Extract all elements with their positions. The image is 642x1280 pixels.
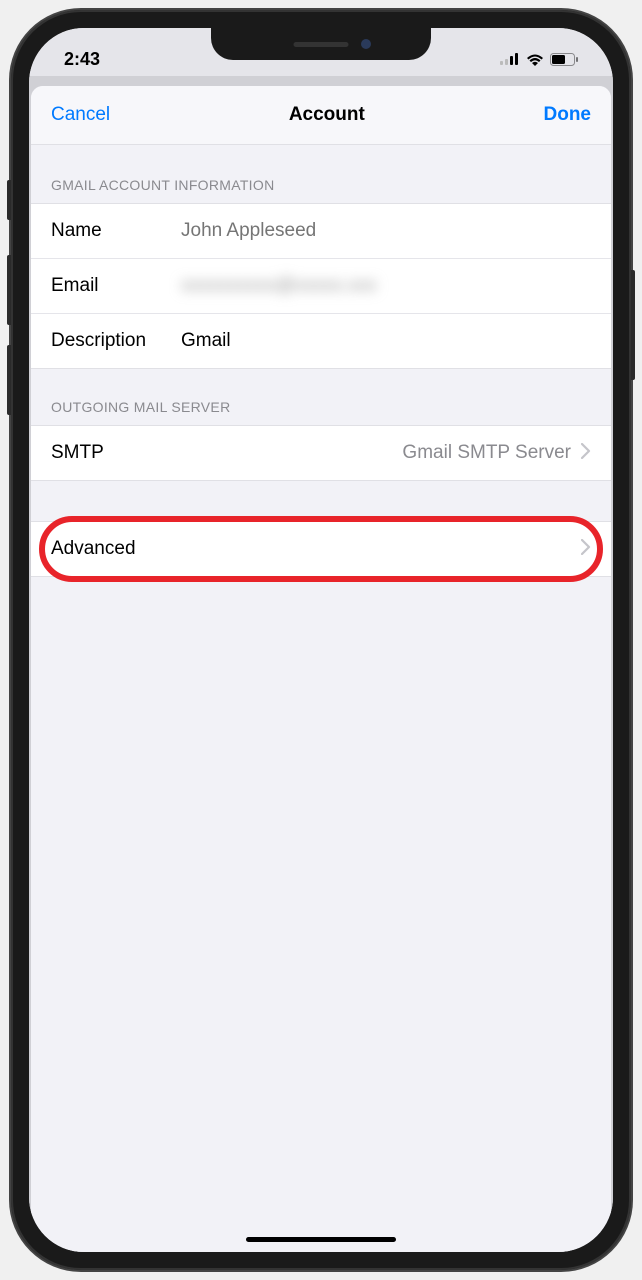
notch	[211, 28, 431, 60]
battery-icon	[550, 53, 578, 66]
spacer	[31, 481, 611, 521]
nav-bar: Cancel Account Done	[31, 86, 611, 145]
email-row[interactable]: Email xxxxxxxxxx@xxxxx.xxx	[31, 259, 611, 314]
cancel-button[interactable]: Cancel	[51, 104, 110, 126]
name-input[interactable]	[181, 220, 591, 242]
done-button[interactable]: Done	[544, 104, 592, 126]
home-indicator[interactable]	[246, 1237, 396, 1242]
status-time: 2:43	[64, 49, 100, 70]
side-button	[631, 270, 635, 380]
advanced-row[interactable]: Advanced	[31, 522, 611, 576]
email-label: Email	[51, 275, 181, 297]
description-label: Description	[51, 330, 181, 352]
status-icons	[500, 53, 578, 66]
description-row[interactable]: Description	[31, 314, 611, 368]
name-label: Name	[51, 220, 181, 242]
advanced-label: Advanced	[51, 538, 136, 560]
chevron-right-icon	[581, 443, 591, 464]
wifi-icon	[526, 53, 544, 66]
volume-down-button	[7, 345, 11, 415]
mute-switch	[7, 180, 11, 220]
advanced-group: Advanced	[31, 521, 611, 577]
description-input[interactable]	[181, 330, 591, 352]
phone-frame: 2:43 Cancel Account Done	[11, 10, 631, 1270]
cellular-icon	[500, 53, 520, 65]
section-header-account-info: GMAIL ACCOUNT INFORMATION	[31, 145, 611, 203]
modal-sheet: Cancel Account Done GMAIL ACCOUNT INFORM…	[31, 86, 611, 1252]
smtp-detail: Gmail SMTP Server	[402, 442, 581, 464]
email-value: xxxxxxxxxx@xxxxx.xxx	[181, 275, 591, 297]
volume-up-button	[7, 255, 11, 325]
section-header-outgoing: OUTGOING MAIL SERVER	[31, 369, 611, 425]
chevron-right-icon	[581, 539, 591, 560]
account-info-group: Name Email xxxxxxxxxx@xxxxx.xxx Descript…	[31, 203, 611, 369]
name-row[interactable]: Name	[31, 204, 611, 259]
smtp-row[interactable]: SMTP Gmail SMTP Server	[31, 426, 611, 480]
smtp-label: SMTP	[51, 442, 104, 464]
nav-title: Account	[289, 104, 365, 126]
modal-overlay: Cancel Account Done GMAIL ACCOUNT INFORM…	[29, 76, 613, 1252]
phone-screen: 2:43 Cancel Account Done	[29, 28, 613, 1252]
outgoing-group: SMTP Gmail SMTP Server	[31, 425, 611, 481]
